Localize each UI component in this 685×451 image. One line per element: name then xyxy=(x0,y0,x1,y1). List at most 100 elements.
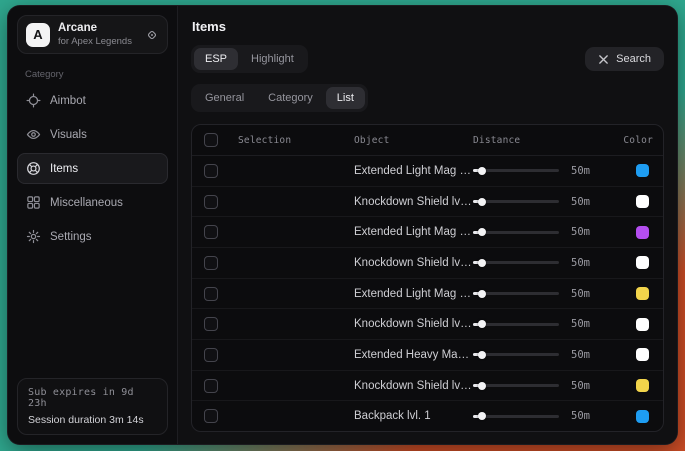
distance-value: 50m xyxy=(571,257,617,269)
table-header: Selection Object Distance Color xyxy=(192,125,663,156)
object-name: Extended Heavy Mag Level 1 xyxy=(354,349,473,361)
tab-esp[interactable]: ESP xyxy=(194,48,238,70)
table-row: Knockdown Shield lvl. 2 50m xyxy=(192,247,663,278)
distance-value: 50m xyxy=(571,349,617,361)
distance-value: 50m xyxy=(571,410,617,422)
sidebar-item-miscellaneous[interactable]: Miscellaneous xyxy=(17,187,168,218)
distance-slider[interactable] xyxy=(473,353,559,356)
slider-thumb[interactable] xyxy=(478,351,486,359)
slider-thumb[interactable] xyxy=(478,198,486,206)
items-table: Selection Object Distance Color Extended… xyxy=(191,124,664,432)
color-swatch[interactable] xyxy=(636,195,649,208)
view-tab-group: GeneralCategoryList xyxy=(191,84,368,112)
slider-thumb[interactable] xyxy=(478,382,486,390)
sidebar: A Arcane for Apex Legends Category Aimbo… xyxy=(8,6,178,444)
table-row: Backpack lvl. 1 50m xyxy=(192,400,663,431)
search-button[interactable]: Search xyxy=(585,47,664,71)
sidebar-item-label: Visuals xyxy=(50,129,87,141)
row-checkbox[interactable] xyxy=(204,287,218,301)
object-name: Extended Light Mag Level 4 xyxy=(354,288,473,300)
distance-value: 50m xyxy=(571,226,617,238)
distance-slider[interactable] xyxy=(473,169,559,172)
object-name: Knockdown Shield lvl. 3 xyxy=(354,318,473,330)
tab-general[interactable]: General xyxy=(194,87,255,109)
distance-slider[interactable] xyxy=(473,384,559,387)
session-info-card: Sub expires in 9d 23h Session duration 3… xyxy=(17,378,168,435)
slider-thumb[interactable] xyxy=(478,259,486,267)
row-checkbox[interactable] xyxy=(204,409,218,423)
table-row: Extended Heavy Mag Level 1 50m xyxy=(192,339,663,370)
gear-icon xyxy=(26,229,41,244)
slider-thumb[interactable] xyxy=(478,320,486,328)
view-toolbar: GeneralCategoryList xyxy=(191,84,664,112)
app-logo: A xyxy=(26,23,50,47)
distance-slider[interactable] xyxy=(473,231,559,234)
app-name: Arcane xyxy=(58,22,132,35)
row-checkbox[interactable] xyxy=(204,225,218,239)
app-header-card: A Arcane for Apex Legends xyxy=(17,15,168,54)
sidebar-item-settings[interactable]: Settings xyxy=(17,221,168,252)
distance-slider[interactable] xyxy=(473,292,559,295)
distance-value: 50m xyxy=(571,288,617,300)
app-window: A Arcane for Apex Legends Category Aimbo… xyxy=(8,6,677,444)
grid-icon xyxy=(26,195,41,210)
sidebar-item-label: Miscellaneous xyxy=(50,197,123,209)
distance-slider[interactable] xyxy=(473,200,559,203)
lifebuoy-icon xyxy=(26,161,41,176)
category-label: Category xyxy=(25,69,168,80)
feature-tab-group: ESPHighlight xyxy=(191,45,308,73)
distance-slider[interactable] xyxy=(473,323,559,326)
sidebar-item-label: Aimbot xyxy=(50,95,86,107)
distance-slider[interactable] xyxy=(473,415,559,418)
session-duration: Session duration 3m 14s xyxy=(28,414,157,426)
object-name: Knockdown Shield lvl. 2 xyxy=(354,257,473,269)
app-meta: Arcane for Apex Legends xyxy=(58,22,132,47)
sidebar-item-label: Items xyxy=(50,163,78,175)
row-checkbox[interactable] xyxy=(204,164,218,178)
color-swatch[interactable] xyxy=(636,348,649,361)
search-icon xyxy=(598,54,609,65)
tab-highlight[interactable]: Highlight xyxy=(240,48,305,70)
column-object: Object xyxy=(354,135,473,146)
table-body: Extended Light Mag Level 2 50m Knockdown… xyxy=(192,156,663,431)
select-all-checkbox[interactable] xyxy=(204,133,218,147)
distance-value: 50m xyxy=(571,318,617,330)
table-row: Extended Light Mag Level 4 50m xyxy=(192,278,663,309)
row-checkbox[interactable] xyxy=(204,317,218,331)
row-checkbox[interactable] xyxy=(204,195,218,209)
tab-category[interactable]: Category xyxy=(257,87,324,109)
slider-thumb[interactable] xyxy=(478,228,486,236)
color-swatch[interactable] xyxy=(636,287,649,300)
desktop: { "app": { "name": "Arcane", "subtitle":… xyxy=(0,0,685,451)
column-color: Color xyxy=(623,135,653,146)
row-checkbox[interactable] xyxy=(204,348,218,362)
table-row: Knockdown Shield lvl. 3 50m xyxy=(192,308,663,339)
distance-value: 50m xyxy=(571,196,617,208)
distance-slider[interactable] xyxy=(473,261,559,264)
sidebar-nav: Aimbot Visuals Items Miscellaneous Setti… xyxy=(17,85,168,255)
toolbar: ESPHighlight Search xyxy=(191,45,664,73)
column-distance: Distance xyxy=(473,135,571,146)
sidebar-item-items[interactable]: Items xyxy=(17,153,168,184)
tab-list[interactable]: List xyxy=(326,87,365,109)
row-checkbox[interactable] xyxy=(204,379,218,393)
search-label: Search xyxy=(616,53,651,65)
row-checkbox[interactable] xyxy=(204,256,218,270)
object-name: Backpack lvl. 1 xyxy=(354,410,473,422)
sidebar-item-visuals[interactable]: Visuals xyxy=(17,119,168,150)
subscription-expiry: Sub expires in 9d 23h xyxy=(28,387,157,409)
slider-thumb[interactable] xyxy=(478,412,486,420)
color-swatch[interactable] xyxy=(636,164,649,177)
object-name: Knockdown Shield lvl. 4 xyxy=(354,380,473,392)
color-swatch[interactable] xyxy=(636,410,649,423)
color-swatch[interactable] xyxy=(636,379,649,392)
color-swatch[interactable] xyxy=(636,226,649,239)
slider-thumb[interactable] xyxy=(478,167,486,175)
slider-thumb[interactable] xyxy=(478,290,486,298)
distance-value: 50m xyxy=(571,380,617,392)
color-swatch[interactable] xyxy=(636,256,649,269)
color-swatch[interactable] xyxy=(636,318,649,331)
page-title: Items xyxy=(192,19,664,34)
sidebar-item-aimbot[interactable]: Aimbot xyxy=(17,85,168,116)
table-row: Extended Light Mag Level 2 50m xyxy=(192,156,663,186)
